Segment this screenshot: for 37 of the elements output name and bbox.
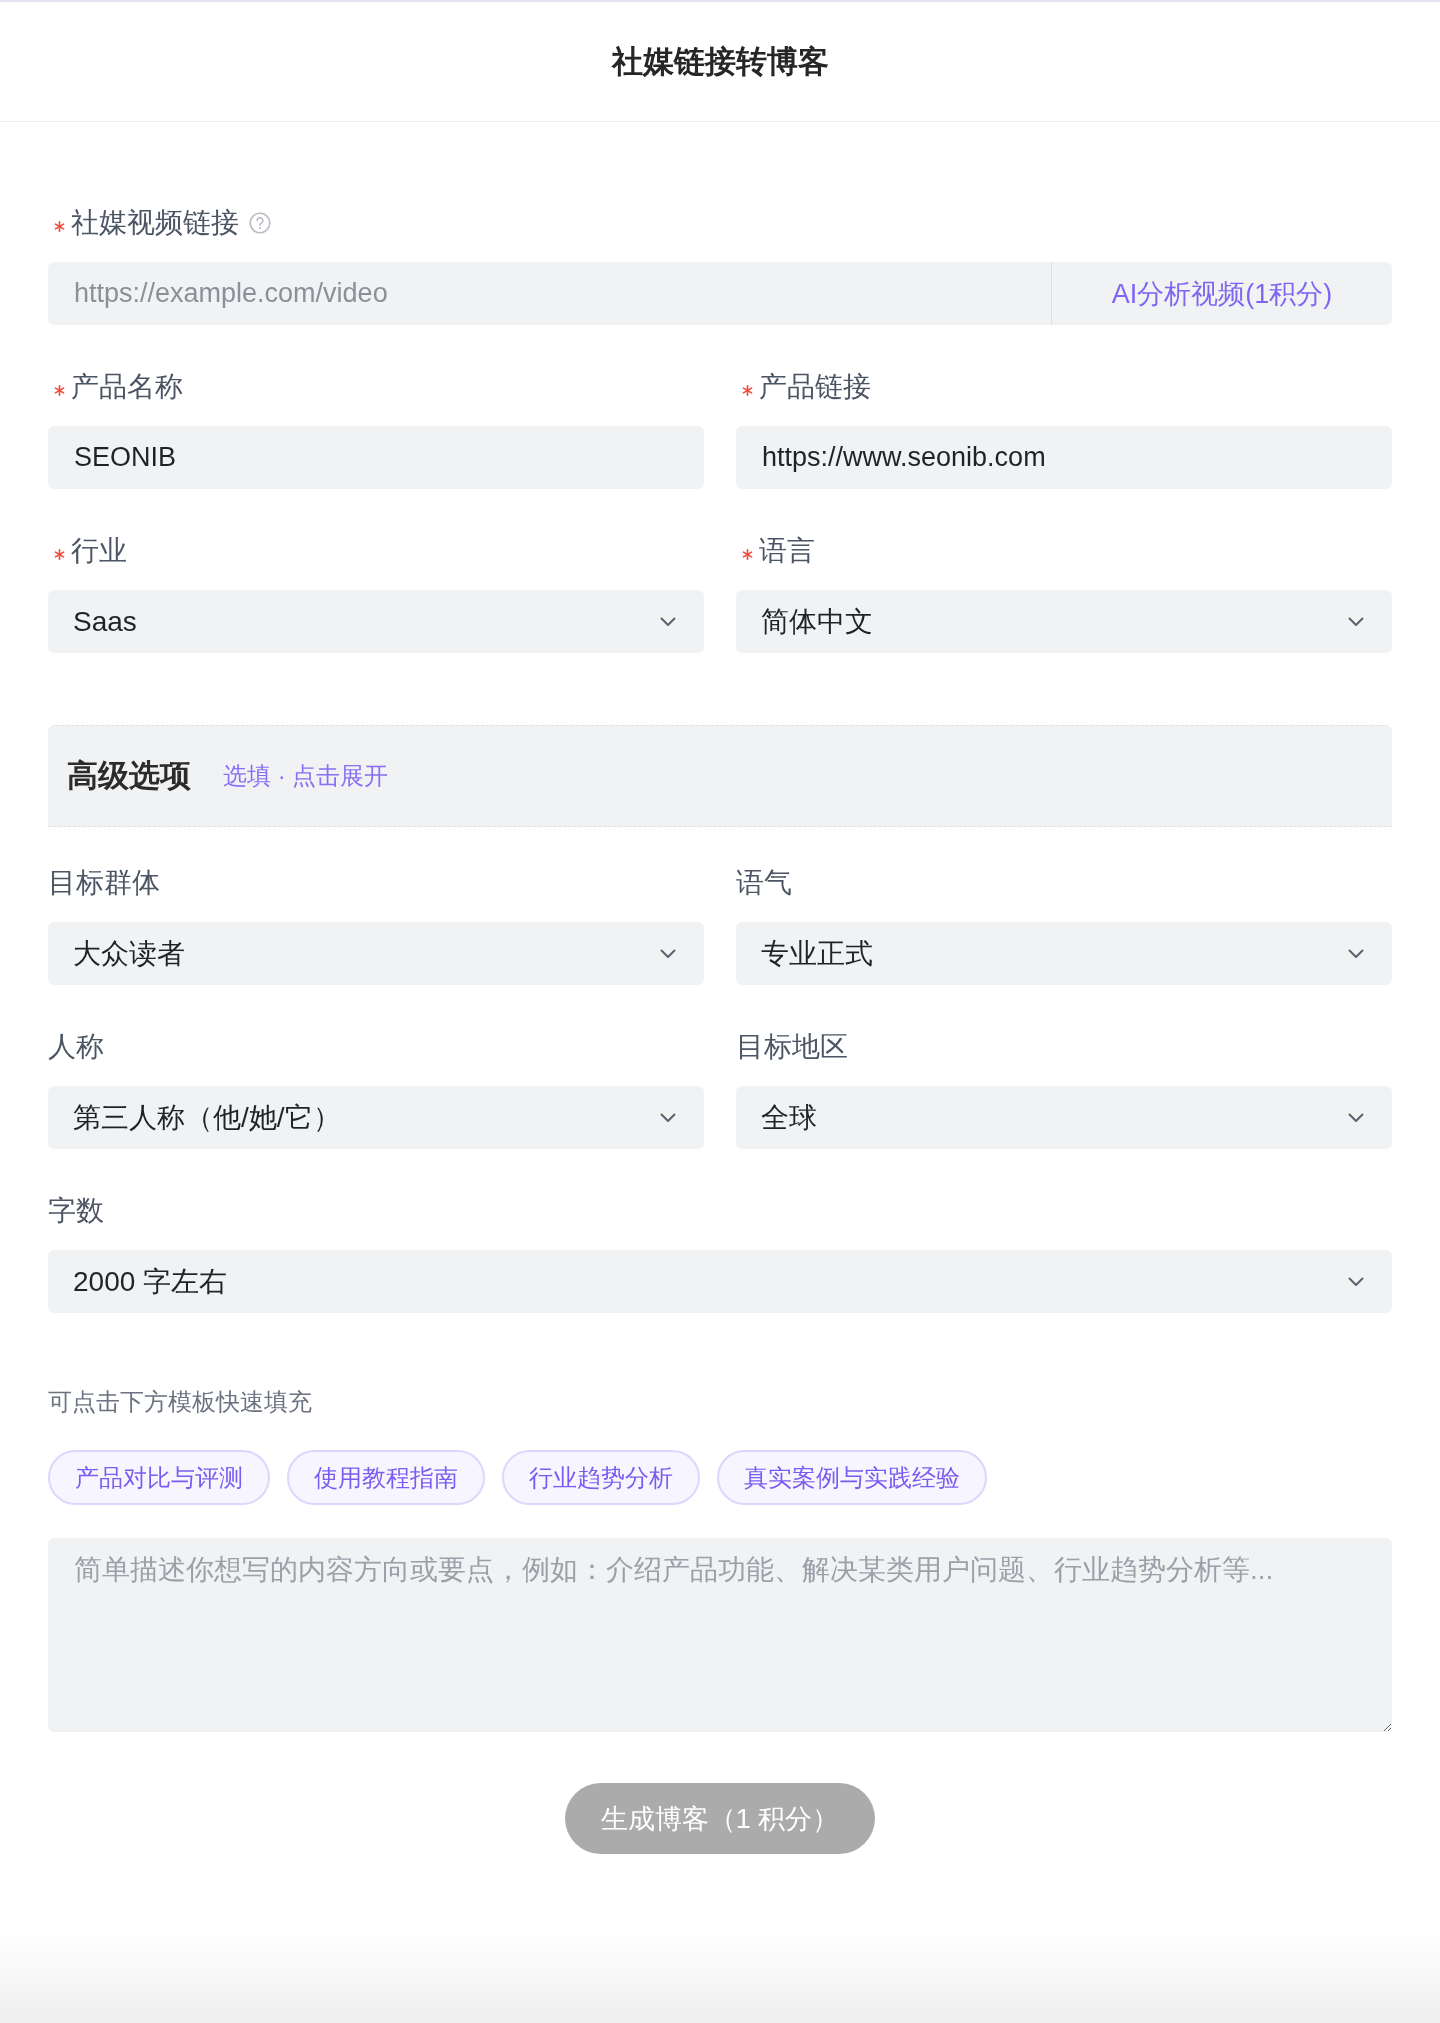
field-label: 目标地区 — [736, 1030, 848, 1064]
dropdown-field[interactable]: 2000 字左右 — [48, 1250, 1392, 1313]
dropdown-field[interactable]: 全球 — [736, 1086, 1392, 1149]
template-chip[interactable]: 使用教程指南 — [287, 1450, 485, 1505]
chevron-down-icon — [1348, 616, 1364, 627]
chevron-down-icon — [660, 948, 676, 959]
chevron-down-icon — [1348, 948, 1364, 959]
dropdown-field[interactable]: Saas — [48, 590, 704, 653]
dropdown-field[interactable]: 简体中文 — [736, 590, 1392, 653]
field-label: 产品链接 — [759, 370, 871, 404]
field-label: 目标群体 — [48, 866, 160, 900]
dropdown-field[interactable]: 专业正式 — [736, 922, 1392, 985]
input-field[interactable]: https://www.seonib.com — [736, 426, 1392, 489]
field-label: 行业 — [71, 534, 127, 568]
field-label: 社媒视频链接 — [71, 206, 239, 240]
field-label: 人称 — [48, 1030, 104, 1064]
page-title: 社媒链接转博客 — [611, 42, 829, 81]
section-title: 高级选项 — [67, 757, 191, 795]
template-chip[interactable]: 产品对比与评测 — [48, 1450, 270, 1505]
chevron-down-icon — [1348, 1112, 1364, 1123]
input-field[interactable]: https://example.com/video — [48, 262, 1051, 325]
input-field[interactable]: SEONIB — [48, 426, 704, 489]
template-hint: 可点击下方模板快速填充 — [48, 1387, 313, 1417]
help-icon[interactable] — [249, 212, 271, 234]
field-label: 产品名称 — [71, 370, 183, 404]
ai-analyze-button[interactable]: AI分析视频(1积分) — [1051, 262, 1392, 325]
chevron-down-icon — [1348, 1276, 1364, 1287]
template-chip[interactable]: 行业趋势分析 — [502, 1450, 700, 1505]
description-field[interactable]: 简单描述你想写的内容方向或要点，例如：介绍产品功能、解决某类用户问题、行业趋势分析等... — [48, 1538, 1392, 1732]
chevron-down-icon — [660, 616, 676, 627]
chevron-down-icon — [660, 1112, 676, 1123]
field-label: 语言 — [759, 534, 815, 568]
field-label: 字数 — [48, 1194, 104, 1228]
template-chip[interactable]: 真实案例与实践经验 — [717, 1450, 987, 1505]
field-label: 语气 — [736, 866, 792, 900]
dropdown-field[interactable]: 第三人称（他/她/它） — [48, 1086, 704, 1149]
dropdown-field[interactable]: 大众读者 — [48, 922, 704, 985]
